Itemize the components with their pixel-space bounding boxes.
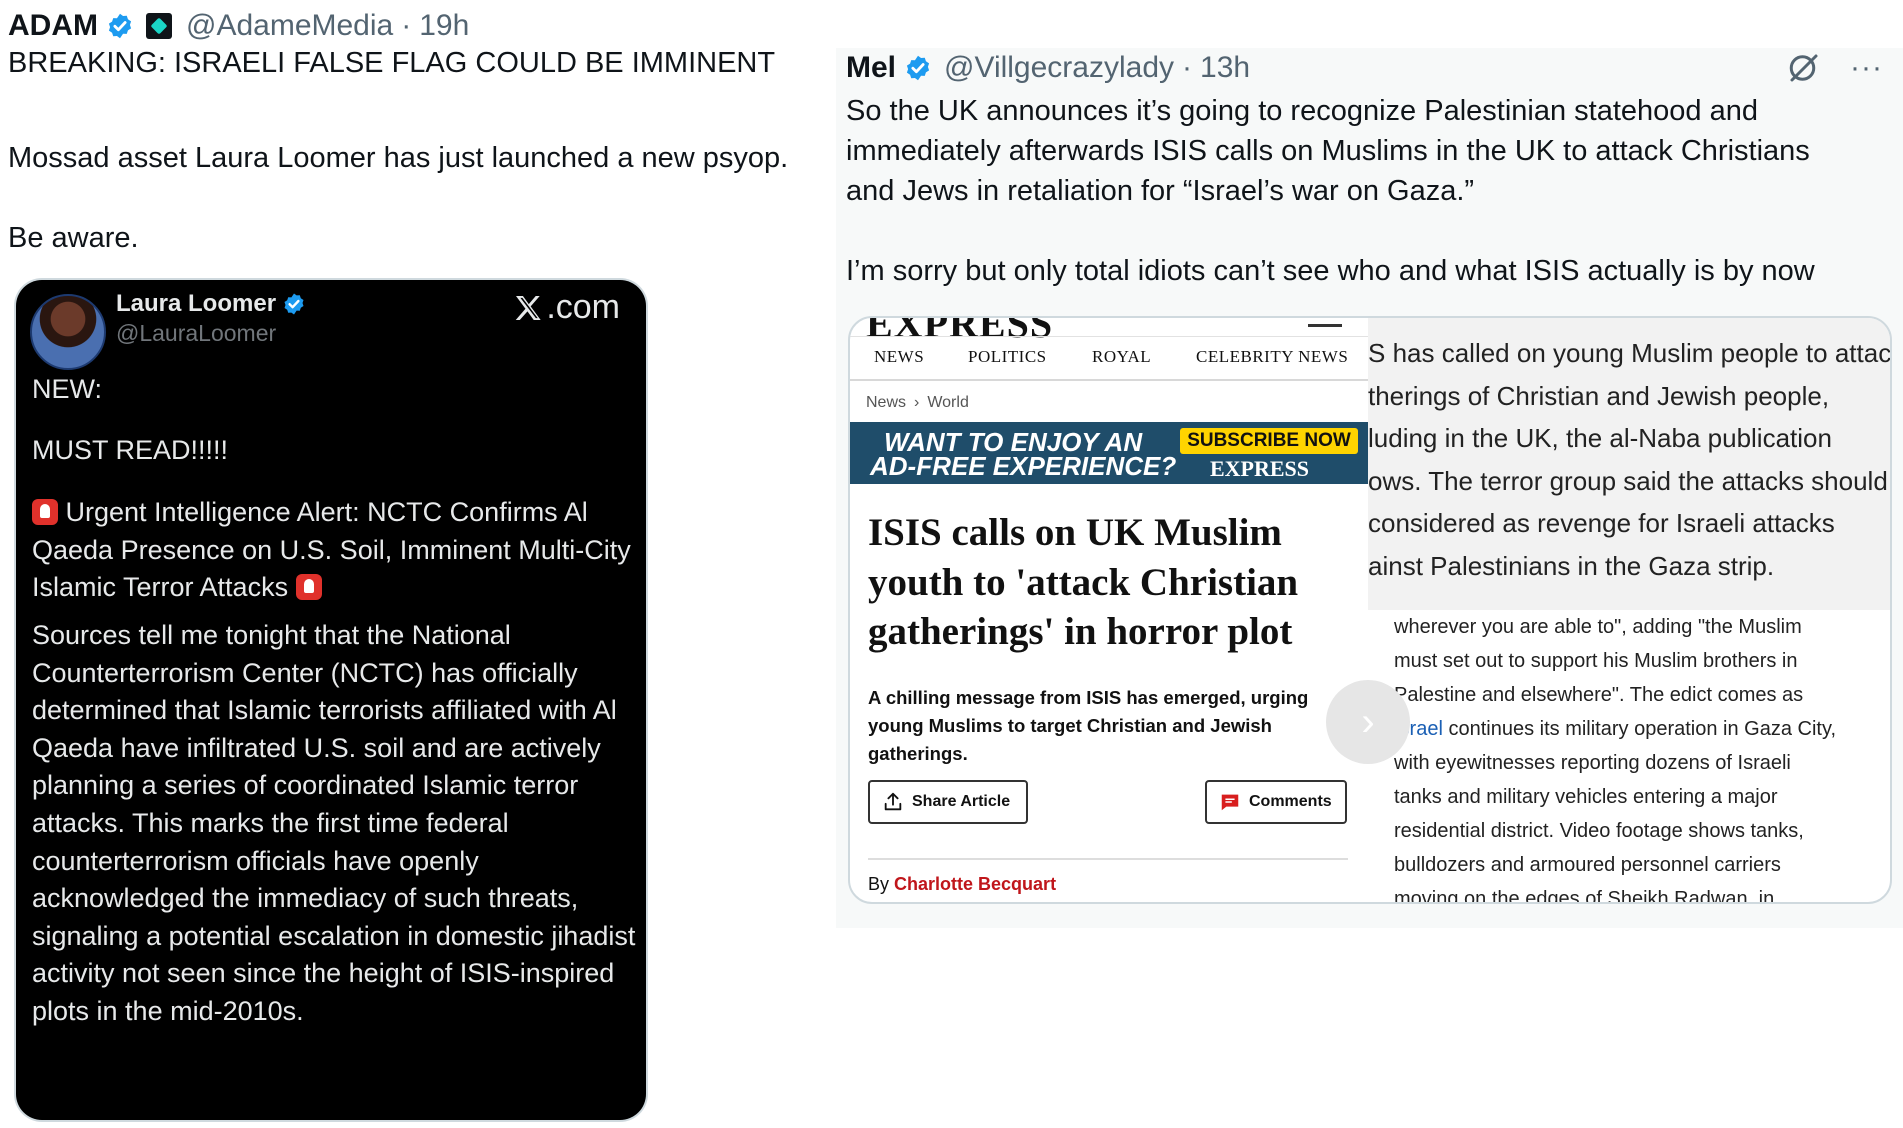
banner-express-logo: EXPRESS xyxy=(1210,456,1310,481)
next-arrow-icon: › xyxy=(1326,680,1410,764)
nav-item-news: NEWS xyxy=(874,347,925,366)
tweet-text-line: Mossad asset Laura Loomer has just launc… xyxy=(8,142,789,174)
tweet-text-line: BREAKING: ISRAELI FALSE FLAG COULD BE IM… xyxy=(8,47,776,79)
continuation-line: with eyewitnesses reporting dozens of Is… xyxy=(1394,752,1791,774)
verified-badge-icon xyxy=(904,54,932,82)
verified-badge-icon xyxy=(106,12,134,40)
chevron-right-icon: › xyxy=(914,394,920,411)
banner-line: AD-FREE EXPERIENCE? xyxy=(870,451,1177,481)
embedded-post-image[interactable]: Laura Loomer @LauraLoomer .com NEW: MUST… xyxy=(16,280,646,1120)
breadcrumb-world: World xyxy=(927,394,969,411)
continuation-line: S has called on young Muslim people to a… xyxy=(1368,338,1890,368)
author-name[interactable]: ADAM xyxy=(8,9,98,43)
author-handle[interactable]: @Villgecrazylady xyxy=(944,51,1174,85)
share-article-button: Share Article xyxy=(868,780,1028,824)
ad-free-banner: WANT TO ENJOY AN AD-FREE EXPERIENCE? SUB… xyxy=(850,422,1368,484)
nav-item-politics: POLITICS xyxy=(968,347,1047,366)
tweet-text-line: So the UK announces it’s going to recogn… xyxy=(846,95,1758,127)
continuation-line: Israel continues its military operation … xyxy=(1394,712,1890,746)
site-nav: NEWS POLITICS ROYAL CELEBRITY NEWS xyxy=(850,336,1368,381)
breadcrumb-news: News xyxy=(866,394,907,411)
left-tweet-header: ADAM @AdameMedia · 19h xyxy=(8,6,469,46)
right-tweet: Mel @Villgecrazylady · 13h ··· So the UK… xyxy=(836,48,1903,928)
byline-author: Charlotte Becquart xyxy=(894,874,1057,894)
tweet-text-line: Be aware. xyxy=(8,222,139,254)
separator-dot: · xyxy=(401,9,412,42)
author-handle[interactable]: @AdameMedia xyxy=(186,9,393,43)
left-tweet: ADAM @AdameMedia · 19h BREAKING: ISRAELI… xyxy=(0,0,850,1128)
tweet-actions: ··· xyxy=(1786,50,1883,86)
comment-icon xyxy=(1221,794,1239,811)
continuation-line: wherever you are able to", adding "the M… xyxy=(1394,616,1802,638)
embed-alert-paragraph: Urgent Intelligence Alert: NCTC Confirms… xyxy=(32,494,642,607)
embed-alert-text: Urgent Intelligence Alert: NCTC Confirms… xyxy=(32,497,631,603)
continuation-line: must set out to support his Muslim broth… xyxy=(1394,650,1798,672)
continuation-line: luding in the UK, the al-Naba publicatio… xyxy=(1368,423,1832,454)
right-tweet-header: Mel @Villgecrazylady · 13h xyxy=(846,48,1250,88)
more-options-icon[interactable]: ··· xyxy=(1850,53,1883,83)
x-watermark: .com xyxy=(512,288,620,327)
separator-dot: · xyxy=(1182,51,1193,84)
tweet-text-line: I’m sorry but only total idiots can’t se… xyxy=(846,255,1815,287)
article-screenshot-image[interactable]: EXPRESS NEWS POLITICS ROYAL CELEBRITY NE… xyxy=(848,316,1892,904)
tweet-text-line: and Jews in retaliation for “Israel’s wa… xyxy=(846,175,1475,207)
tweet-time[interactable]: 19h xyxy=(419,9,469,43)
nav-item-royal: ROYAL xyxy=(1092,347,1152,366)
byline: By Charlotte Becquart xyxy=(868,874,1056,895)
share-icon xyxy=(884,792,902,811)
embed-body-paragraph: Sources tell me tonight that the Nationa… xyxy=(32,620,636,1026)
author-name[interactable]: Mel xyxy=(846,51,896,85)
share-label: Share Article xyxy=(912,793,1011,810)
continuation-line: residential district. Video footage show… xyxy=(1394,820,1804,842)
embed-author-handle: @LauraLoomer xyxy=(116,320,277,346)
x-logo-icon xyxy=(516,295,541,320)
article-headline: ISIS calls on UK Muslim youth to 'attack… xyxy=(868,511,1299,653)
banner-text: WANT TO ENJOY AN AD-FREE EXPERIENCE? xyxy=(870,429,1177,481)
article-continuation: S has called on young Muslim people to a… xyxy=(1368,318,1890,902)
comments-button: Comments xyxy=(1205,780,1347,824)
breadcrumb: News › World xyxy=(866,394,969,412)
avatar xyxy=(30,294,106,370)
menu-icon xyxy=(1308,324,1342,327)
continuation-line: moving on the edges of Sheikh Radwan, in xyxy=(1394,888,1775,902)
comments-label: Comments xyxy=(1249,793,1332,810)
tweet-text-line: immediately afterwards ISIS calls on Mus… xyxy=(846,135,1810,167)
embed-author-name: Laura Loomer xyxy=(116,290,306,318)
byline-prefix: By xyxy=(868,874,890,894)
continuation-bottom-text: wherever you are able to", adding "the M… xyxy=(1394,610,1890,902)
x-site-text: .com xyxy=(546,288,620,326)
affiliate-badge-icon[interactable] xyxy=(146,13,172,39)
embed-text-must-read: MUST READ!!!!! xyxy=(32,435,229,465)
continuation-top-text: S has called on young Muslim people to a… xyxy=(1368,332,1890,588)
continuation-line: ainst Palestinians in the Gaza strip. xyxy=(1368,550,1775,581)
article-standfirst: A chilling message from ISIS has emerged… xyxy=(868,687,1309,764)
siren-icon xyxy=(295,574,322,601)
continuation-line: bulldozers and armoured personnel carrie… xyxy=(1394,854,1781,876)
divider xyxy=(868,858,1348,860)
verified-badge-icon xyxy=(282,292,306,316)
continuation-line: therings of Christian and Jewish people, xyxy=(1368,380,1830,411)
embed-author-name-text: Laura Loomer xyxy=(116,290,277,317)
continuation-text: continues its military operation in Gaza… xyxy=(1442,718,1837,740)
subscribe-badge: SUBSCRIBE NOW xyxy=(1180,428,1358,454)
embed-text-new: NEW: xyxy=(32,374,103,404)
continuation-line: Palestine and elsewhere". The edict come… xyxy=(1394,684,1804,706)
continuation-line: tanks and military vehicles entering a m… xyxy=(1394,786,1778,808)
nav-item-celebrity-news: CELEBRITY NEWS xyxy=(1196,347,1349,366)
continuation-line: ows. The terror group said the attacks s… xyxy=(1368,465,1888,496)
continuation-top-block: S has called on young Muslim people to a… xyxy=(1368,318,1890,610)
tweet-time[interactable]: 13h xyxy=(1200,51,1250,85)
grok-icon[interactable] xyxy=(1786,50,1822,86)
continuation-line: considered as revenge for Israeli attack… xyxy=(1368,508,1835,539)
siren-icon xyxy=(32,499,58,525)
